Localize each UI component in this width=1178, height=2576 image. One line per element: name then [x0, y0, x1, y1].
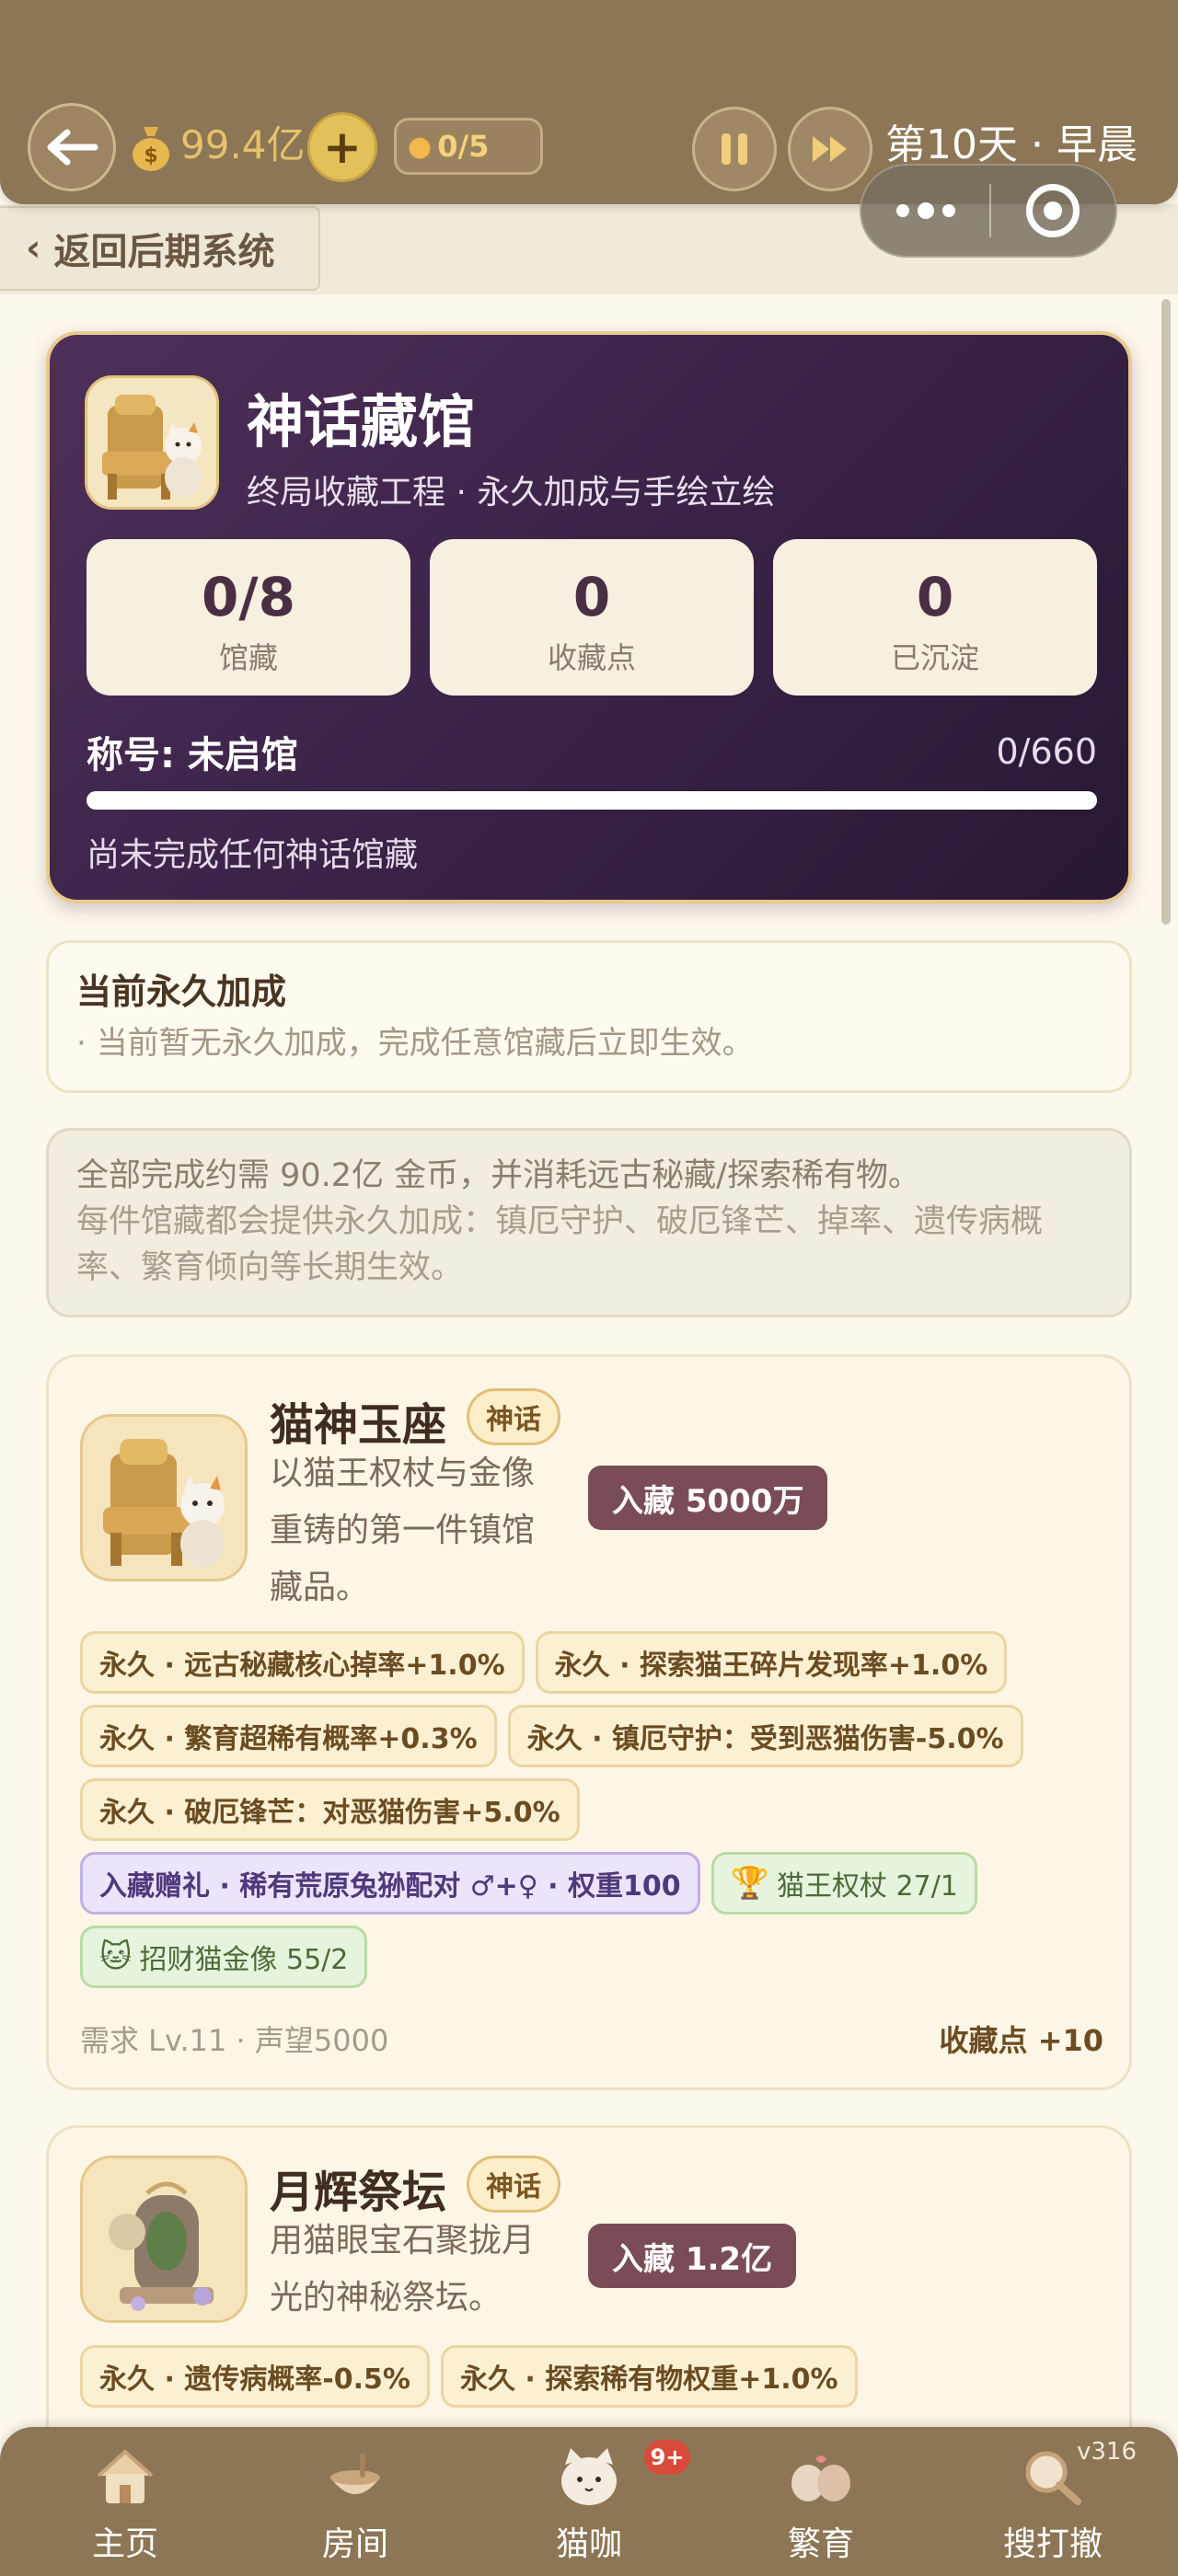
collection-item-card[interactable]: 猫神玉座 神话 以猫王权杖与金像重铸的第一件镇馆藏品。 入藏 5000万 永久 …	[46, 1354, 1132, 2090]
gift-tag: 入藏赠礼 · 稀有荒原兔狲配对 ♂+♀ · 权重100	[80, 1852, 700, 1915]
cat-pair-icon	[791, 2455, 850, 2501]
chevron-left-icon: ‹	[26, 227, 41, 270]
effect-tag: 永久 · 探索猫王碎片发现率+1.0%	[535, 1631, 1008, 1694]
bowl-icon	[330, 2454, 380, 2494]
cat-count-badge[interactable]: ● 0/5	[394, 118, 543, 175]
svg-text:$: $	[144, 144, 157, 167]
rarity-tag: 神话	[467, 1388, 560, 1445]
effect-tag: 永久 · 繁育超稀有概率+0.3%	[80, 1705, 497, 1767]
stat-label: 收藏点	[547, 640, 636, 675]
nav-home[interactable]: 主页	[33, 2442, 217, 2570]
target-icon	[1026, 184, 1080, 237]
fast-forward-button[interactable]	[788, 107, 872, 191]
nav-label: 猫咖	[555, 2525, 622, 2563]
arrow-left-icon	[47, 129, 98, 166]
back-to-system-label: 返回后期系统	[53, 231, 275, 273]
item-requirement: 需求 Lv.11 · 声望5000	[80, 2023, 389, 2058]
notification-badge: 9+	[644, 2440, 690, 2475]
effect-tag: 永久 · 探索稀有物权重+1.0%	[440, 2345, 858, 2408]
stat-settled: 0 已沉淀	[773, 539, 1097, 696]
cat-count-text: 0/5	[437, 129, 490, 164]
dot-icon	[917, 202, 934, 219]
throne-icon	[80, 1414, 248, 1581]
nav-label: 房间	[321, 2525, 388, 2563]
info-line-bonus: 每件馆藏都会提供永久加成：镇厄守护、破厄锋芒、掉率、遗传病概率、繁育倾向等长期生…	[76, 1203, 1044, 1286]
back-to-system-button[interactable]: ‹ 返回后期系统	[0, 206, 320, 291]
throne-cat-icon	[85, 375, 219, 510]
nav-breeding[interactable]: 繁育	[729, 2442, 913, 2570]
collect-cost-button[interactable]: 入藏 5000万	[588, 1466, 828, 1530]
item-description: 用猫眼宝石聚拢月光的神秘祭坛。	[270, 2222, 536, 2317]
rarity-tag: 神话	[467, 2156, 560, 2213]
collect-cost-button[interactable]: 入藏 1.2亿	[588, 2224, 797, 2288]
item-name: 猫神玉座	[270, 1399, 447, 1451]
permanent-bonus-card: 当前永久加成 · 当前暂无永久加成，完成任意馆藏后立即生效。	[46, 940, 1132, 1093]
fast-forward-icon	[813, 136, 847, 162]
pause-button[interactable]	[692, 107, 777, 191]
item-effects: 永久 · 遗传病概率-0.5% 永久 · 探索稀有物权重+1.0%	[80, 2345, 1111, 2408]
museum-subtitle: 终局收藏工程 · 永久加成与手绘立绘	[247, 474, 776, 512]
museum-note: 尚未完成任何神话馆藏	[87, 836, 419, 874]
more-options-button[interactable]	[861, 166, 989, 256]
effect-tag: 永久 · 遗传病概率-0.5%	[80, 2345, 430, 2408]
stat-value: 0	[916, 566, 954, 628]
magnifier-icon	[1025, 2451, 1081, 2505]
material-chip: 🏆 猫王权杖 27/1	[710, 1852, 977, 1915]
cat-face-icon: ●	[408, 130, 433, 163]
effect-tag: 永久 · 破厄锋芒：对恶猫伤害+5.0%	[80, 1778, 580, 1841]
museum-title: 神话藏馆	[247, 388, 476, 455]
bonus-heading: 当前永久加成	[76, 972, 287, 1012]
museum-title-row: 称号: 未启馆 0/660	[87, 725, 1097, 778]
nav-label: 主页	[91, 2525, 158, 2563]
item-points: 收藏点 +10	[939, 2023, 1104, 2058]
material-chip: 🐱 招财猫金像 55/2	[80, 1926, 368, 1988]
museum-progress-bar	[87, 791, 1097, 810]
nav-label: 搜打撤	[1002, 2525, 1103, 2563]
item-effects: 永久 · 远古秘藏核心掉率+1.0% 永久 · 探索猫王碎片发现率+1.0% 永…	[80, 1631, 1111, 1988]
nav-label: 繁育	[787, 2525, 854, 2563]
effect-tag: 永久 · 远古秘藏核心掉率+1.0%	[80, 1631, 525, 1694]
add-coins-button[interactable]: +	[307, 112, 377, 182]
material-label: 猫王权杖 27/1	[776, 1870, 958, 1903]
money-bag-icon: $	[133, 127, 169, 171]
stat-value: 0/8	[202, 566, 295, 628]
bonus-text: · 当前暂无永久加成，完成任意馆藏后立即生效。	[76, 1025, 754, 1062]
back-button[interactable]	[28, 103, 116, 191]
trophy-icon: 🏆	[730, 1865, 769, 1902]
mini-program-capsule	[860, 164, 1117, 258]
house-icon	[97, 2449, 154, 2503]
stat-value: 0	[572, 566, 611, 628]
scrollbar-thumb[interactable]	[1161, 299, 1171, 925]
effect-tag: 永久 · 镇厄守护：受到恶猫伤害-5.0%	[507, 1705, 1023, 1767]
coin-balance: 99.4亿	[180, 122, 306, 167]
item-name: 月辉祭坛	[270, 2167, 447, 2218]
museum-summary-card: 神话藏馆 终局收藏工程 · 永久加成与手绘立绘 0/8 馆藏 0 收藏点 0 已…	[46, 331, 1132, 903]
item-description: 以猫王权杖与金像重铸的第一件镇馆藏品。	[270, 1455, 536, 1606]
dot-icon	[941, 204, 955, 217]
dot-icon	[895, 204, 909, 217]
lucky-cat-icon: 🐱	[99, 1938, 133, 1975]
pause-icon	[722, 133, 747, 165]
version-label: v316	[1077, 2438, 1138, 2466]
stat-points: 0 收藏点	[430, 539, 754, 696]
stat-label: 已沉淀	[890, 640, 979, 675]
altar-icon	[80, 2156, 248, 2323]
bottom-navigation: 主页 房间 猫咖 繁育 搜打撤	[0, 2427, 1178, 2576]
stat-label: 馆藏	[218, 640, 278, 675]
info-line-cost: 全部完成约需 90.2亿 金币，并消耗远古秘藏/探索稀有物。	[76, 1157, 920, 1194]
cat-face-icon	[561, 2448, 617, 2505]
museum-progress-text: 0/660	[996, 731, 1097, 772]
completion-info-card: 全部完成约需 90.2亿 金币，并消耗远古秘藏/探索稀有物。 每件馆藏都会提供永…	[46, 1128, 1132, 1317]
close-mini-program-button[interactable]	[991, 166, 1115, 256]
museum-rank-title: 称号: 未启馆	[87, 734, 298, 776]
item-footer: 需求 Lv.11 · 声望5000 收藏点 +10	[80, 2018, 1103, 2060]
material-label: 招财猫金像 55/2	[139, 1944, 349, 1976]
nav-room[interactable]: 房间	[263, 2442, 447, 2570]
stat-collections: 0/8 馆藏	[87, 539, 410, 696]
